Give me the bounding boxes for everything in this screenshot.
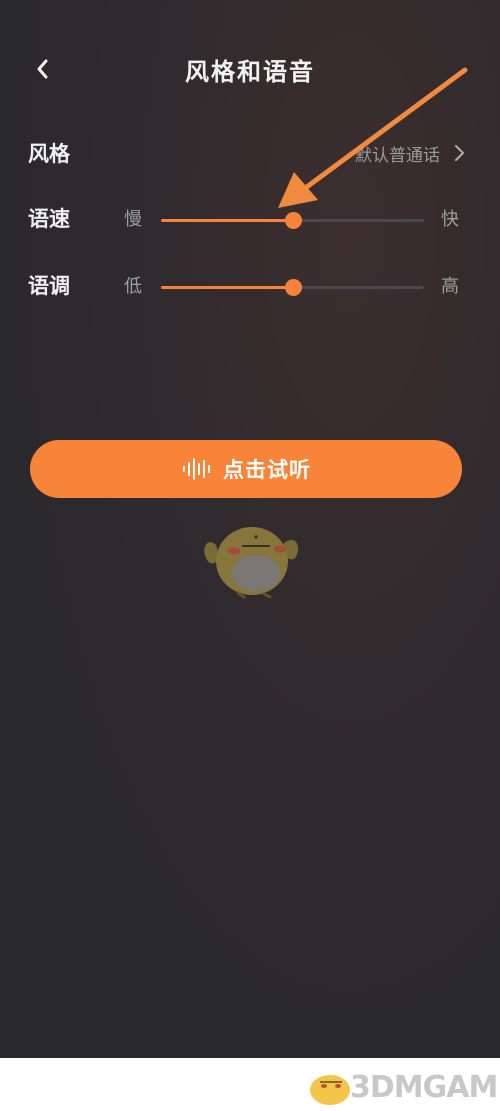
- watermark-text: 3DMGAME: [350, 1070, 500, 1105]
- style-label: 风格: [28, 142, 70, 166]
- speed-label: 语速: [28, 207, 70, 231]
- pitch-row: 语调 低 高: [0, 266, 500, 306]
- voice-style-screen: 风格和语音 风格 默认普通话 语速 慢 快 语调 低 高 点击试听: [0, 0, 500, 1058]
- pitch-max-label: 高: [441, 276, 459, 297]
- sound-wave-icon: [183, 458, 210, 480]
- preview-button[interactable]: 点击试听: [30, 440, 462, 498]
- speed-min-label: 慢: [124, 209, 142, 230]
- bird-mascot-icon: [204, 527, 299, 599]
- annotation-arrow: [278, 67, 468, 208]
- pitch-label: 语调: [28, 274, 70, 298]
- pitch-slider-track[interactable]: [161, 279, 424, 296]
- pitch-slider-fill: [161, 286, 293, 289]
- preview-button-label: 点击试听: [223, 458, 311, 482]
- pitch-min-label: 低: [124, 276, 142, 297]
- pitch-slider-thumb[interactable]: [284, 279, 302, 296]
